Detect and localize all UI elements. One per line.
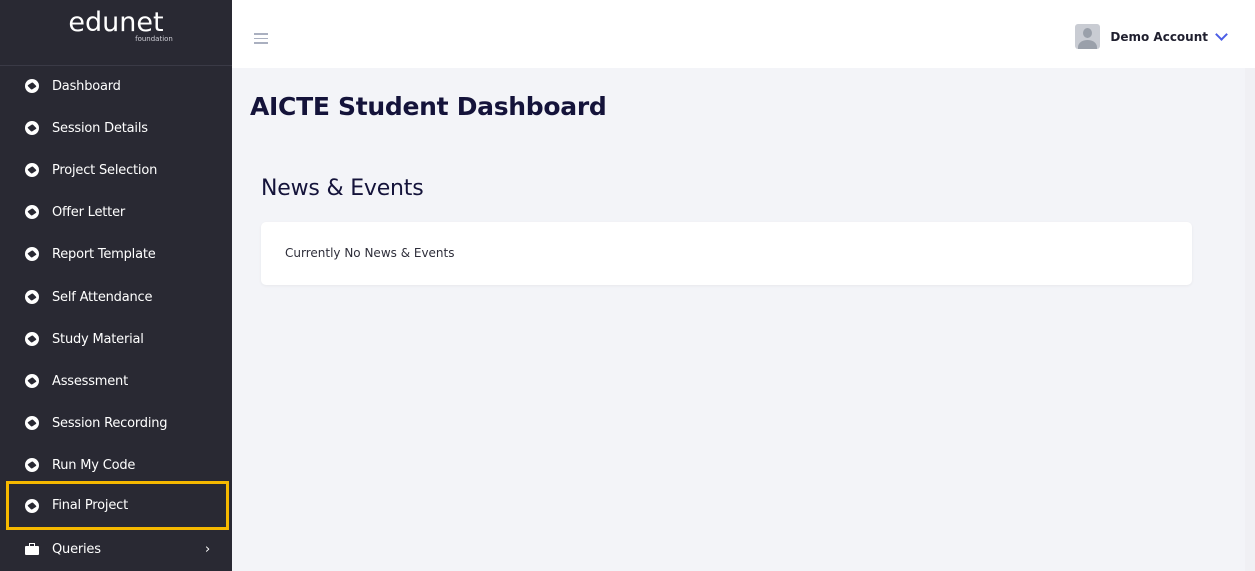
compass-icon: [25, 247, 39, 261]
compass-icon: [25, 163, 39, 177]
sidebar-item-label: Session Details: [52, 120, 148, 136]
news-empty-message: Currently No News & Events: [285, 246, 455, 260]
sidebar-item-label: Final Project: [52, 498, 128, 513]
chevron-down-icon[interactable]: [1215, 27, 1228, 41]
chevron-right-icon: ›: [205, 541, 210, 557]
sidebar-item-report-template[interactable]: Report Template: [0, 237, 232, 271]
sidebar-item-study-material[interactable]: Study Material: [0, 322, 232, 356]
compass-icon: [25, 332, 39, 346]
sidebar-item-label: Self Attendance: [52, 289, 153, 305]
sidebar-item-assessment[interactable]: Assessment: [0, 364, 232, 398]
sidebar-item-label: Offer Letter: [52, 204, 126, 220]
sidebar-item-label: Run My Code: [52, 457, 136, 473]
account-menu[interactable]: Demo Account: [1075, 24, 1228, 49]
page-title: AICTE Student Dashboard: [250, 92, 607, 121]
sidebar-item-label: Session Recording: [52, 415, 168, 431]
sidebar-item-queries[interactable]: Queries ›: [0, 532, 232, 566]
briefcase-icon: [25, 543, 39, 555]
compass-icon: [25, 290, 39, 304]
account-name: Demo Account: [1110, 29, 1208, 44]
sidebar-item-self-attendance[interactable]: Self Attendance: [0, 280, 232, 314]
avatar[interactable]: [1075, 24, 1101, 49]
compass-icon: [25, 458, 39, 472]
sidebar-item-dashboard[interactable]: Dashboard: [0, 69, 232, 103]
compass-icon: [25, 374, 39, 388]
sidebar-item-offer-letter[interactable]: Offer Letter: [0, 195, 232, 229]
news-events-heading: News & Events: [261, 176, 424, 201]
sidebar-item-label: Project Selection: [52, 162, 158, 178]
logo-text: edunet: [68, 7, 164, 38]
compass-icon: [25, 416, 39, 430]
top-bar: Demo Account: [232, 0, 1255, 68]
sidebar-item-label: Assessment: [52, 373, 128, 389]
sidebar-item-final-project[interactable]: Final Project: [6, 481, 229, 530]
compass-icon: [25, 205, 39, 219]
brand-logo[interactable]: edunet foundation: [0, 0, 232, 66]
scrollbar[interactable]: [1245, 68, 1255, 571]
sidebar-item-session-recording[interactable]: Session Recording: [0, 406, 232, 440]
sidebar-item-label: Queries: [52, 541, 101, 557]
sidebar-item-label: Report Template: [52, 246, 156, 262]
sidebar-item-run-my-code[interactable]: Run My Code: [0, 448, 232, 482]
compass-icon: [25, 79, 39, 93]
sidebar-item-label: Dashboard: [52, 78, 121, 94]
hamburger-menu-icon[interactable]: [254, 33, 268, 47]
sidebar: edunet foundation Dashboard Session Deta…: [0, 0, 232, 571]
news-events-card: Currently No News & Events: [261, 222, 1192, 285]
sidebar-item-project-selection[interactable]: Project Selection: [0, 153, 232, 187]
sidebar-item-label: Study Material: [52, 331, 144, 347]
compass-icon: [25, 498, 39, 513]
compass-icon: [25, 121, 39, 135]
sidebar-item-session-details[interactable]: Session Details: [0, 111, 232, 145]
